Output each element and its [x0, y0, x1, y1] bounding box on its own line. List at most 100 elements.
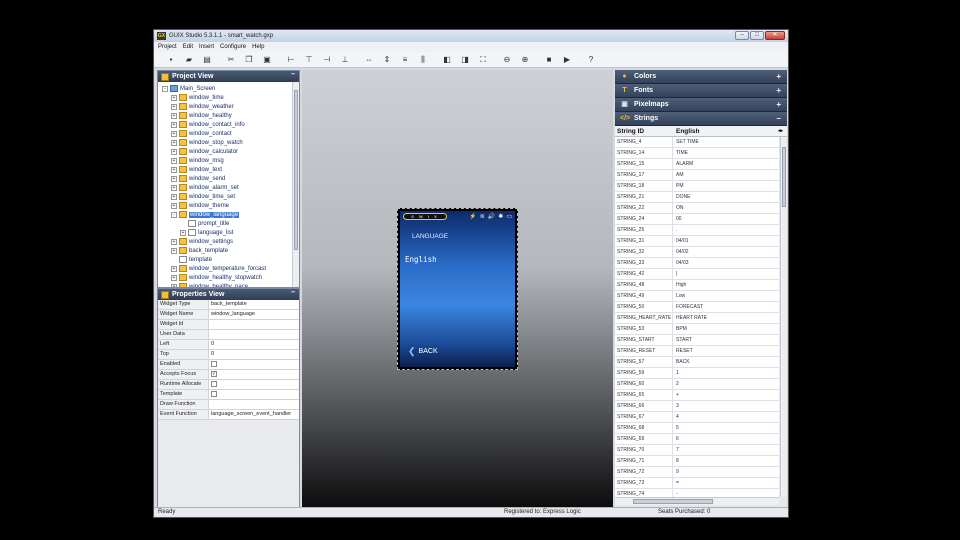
string-row[interactable]: STRING_60 2 — [615, 379, 779, 390]
string-row[interactable]: STRING_50 FORECAST — [615, 302, 779, 313]
section-colors[interactable]: ● Colors + — [615, 70, 787, 84]
string-row[interactable]: STRING_68 5 — [615, 423, 779, 434]
string-row[interactable]: STRING_4 SET TIME — [615, 137, 779, 148]
property-value[interactable] — [209, 400, 299, 409]
language-prompt-title[interactable]: LANGUAGE — [412, 233, 448, 240]
string-row[interactable]: STRING_48 High — [615, 280, 779, 291]
strings-scrollbar[interactable] — [780, 137, 787, 497]
tree-node[interactable]: + window_healthy_stopwatch — [158, 273, 292, 282]
tree-node[interactable]: + window_text — [158, 165, 292, 174]
zoom-out-icon[interactable]: ⊖ — [498, 54, 516, 66]
expand-icon[interactable]: + — [171, 112, 177, 119]
string-row[interactable]: STRING_14 TIME — [615, 148, 779, 159]
string-row[interactable]: STRING_24 00 — [615, 214, 779, 225]
property-value[interactable] — [209, 330, 299, 339]
property-value[interactable]: window_language — [209, 310, 299, 319]
tree-node[interactable]: prompt_title — [158, 219, 292, 228]
expand-icon[interactable]: + — [171, 202, 177, 209]
string-row[interactable]: STRING_73 = — [615, 478, 779, 489]
expand-icon[interactable]: + — [180, 229, 186, 236]
string-row[interactable]: STRING_33 04/03 — [615, 258, 779, 269]
string-row[interactable]: STRING_18 PM — [615, 181, 779, 192]
expand-icon[interactable]: + — [171, 166, 177, 173]
expand-icon[interactable]: + — [171, 130, 177, 137]
string-row[interactable]: STRING_57 BACK — [615, 357, 779, 368]
colors-toggle[interactable]: + — [776, 72, 781, 81]
string-row[interactable]: STRING_17 AM — [615, 170, 779, 181]
string-row[interactable]: STRING_31 04/01 — [615, 236, 779, 247]
tree-node[interactable]: + window_healthy — [158, 111, 292, 120]
collapse-icon[interactable]: - — [171, 211, 177, 218]
property-checkbox[interactable] — [211, 381, 217, 387]
scroll-thumb[interactable] — [633, 499, 713, 504]
align-left-icon[interactable]: ⊢ — [282, 54, 300, 66]
scroll-thumb[interactable] — [294, 90, 298, 250]
property-value[interactable]: ✓ — [209, 370, 299, 379]
string-row[interactable]: STRING_67 4 — [615, 412, 779, 423]
paste-icon[interactable]: ▣ — [258, 54, 276, 66]
expand-icon[interactable]: + — [171, 193, 177, 200]
section-pixelmaps[interactable]: ▣ Pixelmaps + — [615, 98, 787, 112]
expand-icon[interactable]: + — [171, 148, 177, 155]
watch-preview[interactable]: S W I X ⚡ ≋ 🔊 ✱ ▭ LANGUAGE English ❮ BACK — [397, 208, 518, 370]
close-button[interactable]: ✕ — [765, 31, 785, 40]
property-checkbox[interactable] — [211, 361, 217, 367]
size-to-fit-icon[interactable]: ⛶ — [474, 54, 492, 66]
menu-insert[interactable]: Insert — [199, 44, 214, 50]
expand-icon[interactable]: + — [171, 184, 177, 191]
scroll-thumb[interactable] — [782, 147, 786, 207]
column-scroll-arrows[interactable]: ◂▸ — [778, 128, 783, 134]
tree-node[interactable]: + window_settings — [158, 237, 292, 246]
tree-node[interactable]: template — [158, 255, 292, 264]
collapse-icon[interactable]: - — [162, 85, 168, 92]
string-row[interactable]: STRING_25. — [615, 225, 779, 236]
tree-node[interactable]: + window_contact_info — [158, 120, 292, 129]
expand-icon[interactable]: + — [171, 157, 177, 164]
menu-project[interactable]: Project — [158, 44, 177, 50]
project-scrollbar[interactable] — [292, 82, 299, 287]
tree-node[interactable]: + window_theme — [158, 201, 292, 210]
menu-configure[interactable]: Configure — [220, 44, 246, 50]
minimize-panel-button[interactable]: – — [291, 289, 295, 296]
strings-hscrollbar[interactable] — [615, 497, 779, 505]
property-value[interactable]: 0 — [209, 350, 299, 359]
expand-icon[interactable]: + — [171, 274, 177, 281]
expand-icon[interactable]: + — [171, 94, 177, 101]
section-fonts[interactable]: T Fonts + — [615, 84, 787, 98]
string-row[interactable]: STRING_71 8 — [615, 456, 779, 467]
minimize-panel-button[interactable]: – — [291, 71, 295, 78]
align-right-icon[interactable]: ⊣ — [318, 54, 336, 66]
tree-node[interactable]: + window_time_set — [158, 192, 292, 201]
move-front-icon[interactable]: ◧ — [438, 54, 456, 66]
string-row[interactable]: STRING_65 + — [615, 390, 779, 401]
property-checkbox[interactable]: ✓ — [211, 371, 217, 377]
expand-icon[interactable]: + — [171, 121, 177, 128]
string-row[interactable]: STRING_22 ON — [615, 203, 779, 214]
string-row[interactable]: STRING_21 DONE — [615, 192, 779, 203]
tree-node[interactable]: - window_language — [158, 210, 292, 219]
string-row[interactable]: STRING_69 6 — [615, 434, 779, 445]
property-value[interactable] — [209, 320, 299, 329]
string-row[interactable]: STRING_74- — [615, 489, 779, 497]
help-icon[interactable]: ? — [582, 54, 600, 66]
string-row[interactable]: STRING_59 1 — [615, 368, 779, 379]
expand-icon[interactable]: + — [171, 238, 177, 245]
equal-height-icon[interactable]: ⇕ — [378, 54, 396, 66]
property-value[interactable] — [209, 360, 299, 369]
string-row[interactable]: STRING_RESET RESET — [615, 346, 779, 357]
save-icon[interactable]: ▤ — [198, 54, 216, 66]
back-button[interactable]: ❮ BACK — [408, 346, 438, 357]
move-back-icon[interactable]: ◨ — [456, 54, 474, 66]
design-canvas[interactable]: S W I X ⚡ ≋ 🔊 ✱ ▭ LANGUAGE English ❮ BACK — [302, 70, 613, 507]
expand-icon[interactable]: + — [171, 103, 177, 110]
align-bottom-icon[interactable]: ⊥ — [336, 54, 354, 66]
property-checkbox[interactable] — [211, 391, 217, 397]
minimize-button[interactable]: – — [735, 31, 749, 40]
expand-icon[interactable]: + — [171, 283, 177, 287]
tree-node[interactable]: + language_list — [158, 228, 292, 237]
new-icon[interactable]: ▪ — [162, 54, 180, 66]
tree-node[interactable]: + window_send — [158, 174, 292, 183]
tree-node[interactable]: + window_healthy_pace — [158, 282, 292, 287]
expand-icon[interactable]: + — [171, 265, 177, 272]
hspace-icon[interactable]: ⫼ — [414, 54, 432, 66]
